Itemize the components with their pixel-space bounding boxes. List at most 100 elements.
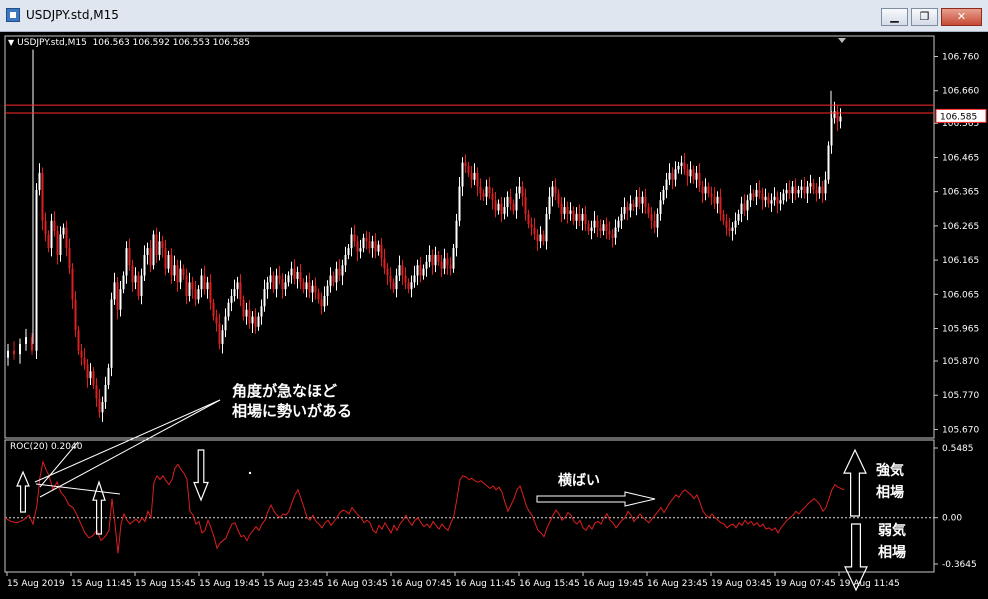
candle-body	[491, 193, 494, 201]
candle-body	[734, 220, 737, 228]
candle-body	[119, 289, 122, 310]
roc-y-tick-label: -0.3645	[942, 560, 977, 570]
candle-body	[569, 210, 572, 214]
candle-body	[83, 357, 86, 365]
annotation-graphics	[16, 399, 868, 592]
price-lines	[5, 104, 934, 114]
candle-body	[554, 186, 557, 194]
window-titlebar: USDJPY.std,M15 ▁ ❐ ✕	[0, 0, 988, 32]
annotation-angle-line1: 角度が急なほど	[232, 382, 338, 400]
y-tick-label: 106.760	[942, 53, 979, 63]
candle-body	[260, 306, 263, 317]
candle-body	[812, 183, 815, 190]
candle-body	[173, 265, 176, 276]
candle-body	[62, 227, 65, 235]
candle-body	[59, 234, 62, 255]
candle-body	[518, 186, 521, 194]
candle-body	[200, 275, 203, 290]
candle-body	[371, 241, 374, 249]
candle-body	[245, 309, 248, 317]
minimize-button[interactable]: ▁	[881, 8, 908, 26]
candle-body	[509, 196, 512, 204]
x-tick-label: 15 Aug 23:45	[263, 579, 324, 589]
candle-body	[25, 337, 27, 344]
chart-area[interactable]: 106.760 106.660 106.565 106.465 106.365 106.2…	[0, 32, 988, 595]
candle-body	[674, 169, 677, 180]
sideways-arrow-icon	[536, 491, 656, 507]
candle-body	[305, 282, 308, 290]
roc-y-axis: 0.5485 0.00 -0.3645	[934, 444, 977, 570]
candle-body	[788, 189, 791, 194]
candle-body	[134, 275, 137, 283]
candle-body	[383, 258, 386, 269]
candle-body	[86, 364, 89, 379]
annotation-strong-1: 強気	[876, 463, 904, 479]
candle-body	[767, 196, 770, 204]
y-tick-label: 106.660	[942, 87, 979, 97]
candle-body	[317, 292, 320, 300]
chart-canvas[interactable]: 106.760106.660106.565106.465106.365106.2…	[0, 32, 988, 595]
candle-body	[548, 196, 551, 214]
candle-body	[602, 224, 605, 232]
candle-body	[203, 275, 206, 290]
candle-body	[686, 169, 689, 177]
candle-body	[329, 275, 332, 286]
candle-body	[56, 231, 59, 255]
candle-body	[296, 272, 299, 279]
candle-body	[482, 193, 485, 197]
candle-body	[635, 196, 638, 208]
window-title: USDJPY.std,M15	[26, 8, 119, 22]
candle-body	[404, 275, 407, 283]
candle-body	[677, 166, 680, 170]
symbol-dropdown-icon[interactable]: ▼	[8, 38, 14, 47]
candle-body	[386, 268, 389, 276]
candle-body	[281, 278, 284, 290]
candle-body	[212, 302, 215, 317]
candle-body	[179, 268, 182, 283]
candle-body	[446, 258, 449, 266]
candle-body	[719, 196, 722, 214]
roc-y-tick-label: 0.00	[942, 514, 962, 524]
x-tick-label: 16 Aug 23:45	[647, 579, 708, 589]
x-tick-label: 19 Aug 03:45	[711, 579, 772, 589]
candle-body	[197, 289, 200, 300]
candle-body	[668, 172, 671, 180]
candle-body	[824, 179, 827, 194]
candle-body	[500, 203, 503, 214]
candle-body	[104, 384, 107, 403]
candle-body	[488, 186, 491, 194]
candle-body	[722, 213, 725, 221]
candle-body	[494, 200, 497, 211]
candle-body	[407, 282, 410, 290]
candle-body	[356, 241, 359, 252]
candle-body	[290, 268, 293, 276]
candle-body	[416, 265, 419, 276]
candle-body	[347, 248, 350, 255]
candle-body	[230, 296, 233, 303]
candle-body	[467, 166, 470, 173]
candle-body	[341, 265, 344, 276]
maximize-button[interactable]: ❐	[911, 8, 938, 26]
candle-body	[590, 227, 593, 232]
candle-body	[89, 371, 92, 379]
candle-body	[839, 116, 842, 122]
candle-body	[605, 224, 608, 232]
candle-body	[167, 254, 170, 269]
candle-body	[377, 244, 380, 252]
strong-market-up-arrow-icon	[843, 448, 867, 517]
candle-body	[650, 213, 653, 221]
candle-body	[131, 265, 134, 283]
candle-body	[143, 254, 146, 276]
candle-body	[527, 213, 530, 225]
candle-body	[476, 172, 479, 187]
candle-body	[515, 193, 518, 211]
chart-window-icon	[6, 8, 20, 22]
candle-body	[521, 186, 524, 197]
candle-body	[19, 343, 21, 355]
candle-body	[428, 254, 431, 262]
candle-body	[275, 275, 278, 290]
candle-body	[80, 350, 83, 358]
candle-body	[485, 186, 488, 197]
close-button[interactable]: ✕	[941, 8, 982, 26]
y-tick-label: 106.465	[942, 153, 979, 163]
